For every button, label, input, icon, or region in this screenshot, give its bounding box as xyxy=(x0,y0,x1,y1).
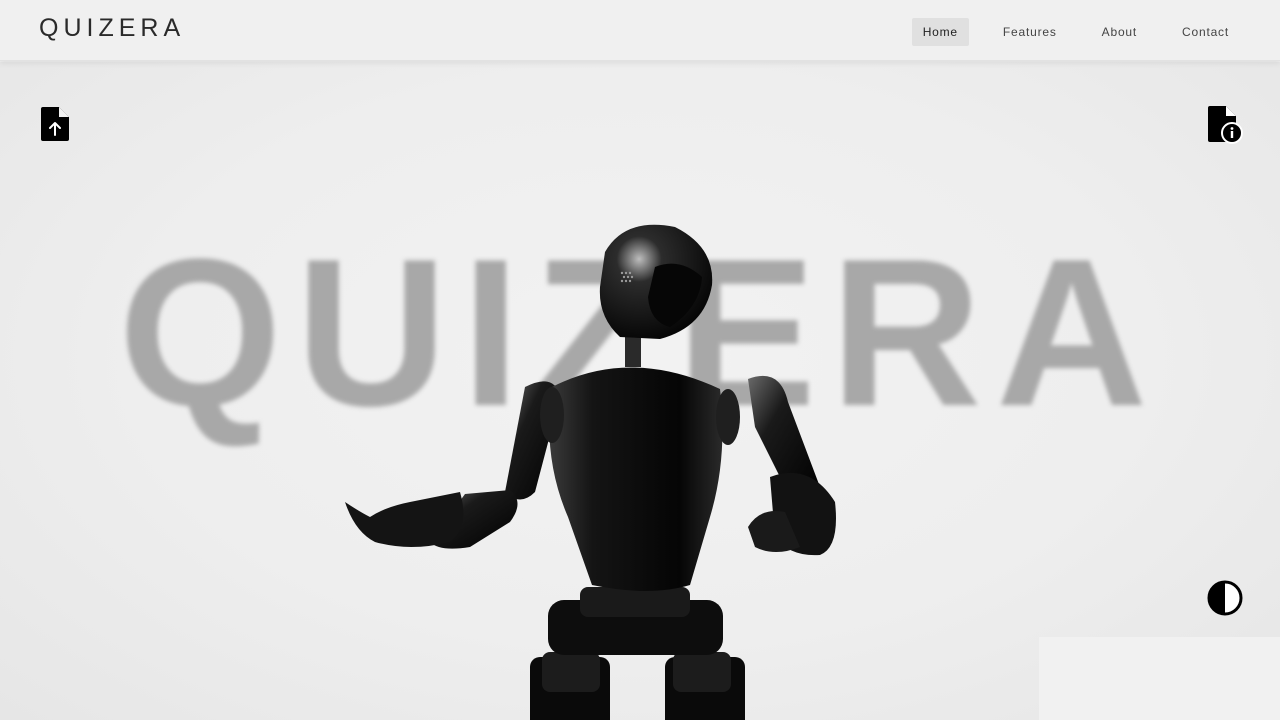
nav-home-link[interactable]: Home xyxy=(911,18,969,46)
nav-features-link[interactable]: Features xyxy=(992,18,1068,46)
file-info-icon[interactable] xyxy=(1204,104,1244,144)
corner-panel xyxy=(1039,637,1280,720)
nav-contact-link[interactable]: Contact xyxy=(1171,18,1240,46)
brand-logo[interactable]: QUIZERA xyxy=(39,14,185,43)
nav-links: Home Features About Contact xyxy=(889,18,1240,46)
file-upload-icon[interactable] xyxy=(40,106,70,142)
hero-section: QUIZERA xyxy=(0,62,1280,720)
contrast-icon[interactable] xyxy=(1206,579,1244,617)
navbar: QUIZERA Home Features About Contact xyxy=(0,0,1280,61)
robot-illustration xyxy=(345,224,836,720)
nav-about-link[interactable]: About xyxy=(1091,18,1148,46)
